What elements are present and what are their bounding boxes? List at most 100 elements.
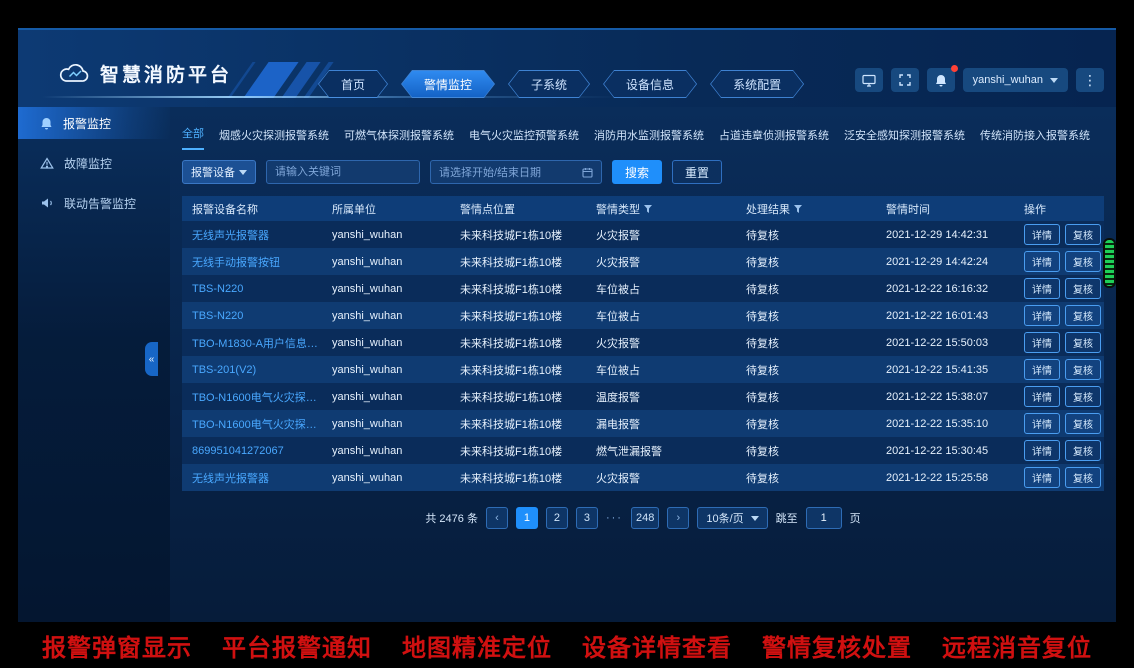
footer-feature-label: 地图精准定位 [402, 628, 552, 663]
review-button[interactable]: 复核 [1065, 359, 1101, 380]
location-cell: 未来科技城F1栋10楼 [460, 389, 596, 405]
result-cell: 待复核 [746, 362, 886, 378]
feature-footer: 报警弹窗显示 平台报警通知 地图精准定位 设备详情查看 警情复核处置 远程消音复… [0, 622, 1134, 668]
tab-gas-detect-system[interactable]: 可燃气体探测报警系统 [344, 127, 454, 150]
tab-pan-safety-system[interactable]: 泛安全感知探测报警系统 [844, 127, 965, 150]
review-button[interactable]: 复核 [1065, 278, 1101, 299]
review-button[interactable]: 复核 [1065, 332, 1101, 353]
device-name-link[interactable]: TBS-201(V2) [192, 364, 332, 376]
table-row: 无线声光报警器 yanshi_wuhan 未来科技城F1栋10楼 火灾报警 待复… [182, 221, 1104, 248]
search-button[interactable]: 搜索 [612, 160, 662, 184]
device-name-link[interactable]: 无线手动报警按钮 [192, 254, 332, 270]
filter-funnel-icon[interactable] [644, 205, 652, 213]
device-name-link[interactable]: TBO-M1830-A用户信息传输系统(外部件) [192, 335, 332, 351]
monitor-button[interactable] [855, 68, 883, 92]
device-name-link[interactable]: TBO-N1600电气火灾探测器-1 [192, 416, 332, 432]
table-row: 869951041272067 yanshi_wuhan 未来科技城F1栋10楼… [182, 437, 1104, 464]
keyword-input[interactable] [266, 160, 420, 184]
review-button[interactable]: 复核 [1065, 467, 1101, 488]
page-button-last[interactable]: 248 [631, 507, 659, 529]
main-content: 全部 烟感火灾探测报警系统 可燃气体探测报警系统 电气火灾监控预警系统 消防用水… [170, 107, 1116, 622]
detail-button[interactable]: 详情 [1024, 278, 1060, 299]
review-button[interactable]: 复核 [1065, 386, 1101, 407]
nav-tab-system-config[interactable]: 系统配置 [710, 70, 804, 98]
detail-button[interactable]: 详情 [1024, 413, 1060, 434]
next-page-button[interactable]: › [667, 507, 689, 529]
date-range-picker[interactable]: 请选择开始/结束日期 [430, 160, 602, 184]
device-name-link[interactable]: TBO-N1600电气火灾探测器-1 [192, 389, 332, 405]
notification-badge [951, 65, 958, 72]
alarm-type-cell: 火灾报警 [596, 227, 746, 243]
filter-funnel-icon[interactable] [794, 205, 802, 213]
total-count: 共 2476 条 [425, 510, 478, 526]
location-cell: 未来科技城F1栋10楼 [460, 416, 596, 432]
more-menu-button[interactable]: ⋮ [1076, 68, 1104, 92]
review-button[interactable]: 复核 [1065, 224, 1101, 245]
fullscreen-button[interactable] [891, 68, 919, 92]
device-name-link[interactable]: 无线声光报警器 [192, 227, 332, 243]
col-device-name: 报警设备名称 [192, 201, 332, 217]
tab-fire-water-system[interactable]: 消防用水监测报警系统 [594, 127, 704, 150]
detail-button[interactable]: 详情 [1024, 386, 1060, 407]
detail-button[interactable]: 详情 [1024, 251, 1060, 272]
detail-button[interactable]: 详情 [1024, 467, 1060, 488]
app-header: 智慧消防平台 首页 警情监控 子系统 设备信息 系统配置 [18, 30, 1116, 107]
sidebar-item-fault-monitor[interactable]: 故障监控 [18, 147, 170, 179]
category-select[interactable]: 报警设备 [182, 160, 256, 184]
nav-tab-alarm-monitor[interactable]: 警情监控 [401, 70, 495, 98]
nav-tab-device-info[interactable]: 设备信息 [603, 70, 697, 98]
review-button[interactable]: 复核 [1065, 305, 1101, 326]
time-cell: 2021-12-22 16:16:32 [886, 283, 1024, 295]
tab-traditional-fire-system[interactable]: 传统消防接入报警系统 [980, 127, 1090, 150]
device-name-link[interactable]: TBS-N220 [192, 283, 332, 295]
device-name-link[interactable]: TBS-N220 [192, 310, 332, 322]
app-body: 报警监控 故障监控 [18, 107, 1116, 622]
detail-button[interactable]: 详情 [1024, 359, 1060, 380]
device-name-link[interactable]: 无线声光报警器 [192, 470, 332, 486]
review-button[interactable]: 复核 [1065, 413, 1101, 434]
reset-button[interactable]: 重置 [672, 160, 722, 184]
notification-button[interactable] [927, 68, 955, 92]
device-name-link[interactable]: 869951041272067 [192, 445, 332, 457]
horn-icon [40, 197, 54, 209]
footer-feature-label: 远程消音复位 [942, 628, 1092, 663]
jump-suffix: 页 [850, 510, 861, 526]
detail-button[interactable]: 详情 [1024, 224, 1060, 245]
unit-cell: yanshi_wuhan [332, 256, 460, 268]
page-button-3[interactable]: 3 [576, 507, 598, 529]
actions-cell: 详情 复核 [1024, 359, 1104, 380]
tab-road-occupy-system[interactable]: 占道违章侦测报警系统 [719, 127, 829, 150]
table-row: TBS-201(V2) yanshi_wuhan 未来科技城F1栋10楼 车位被… [182, 356, 1104, 383]
chevron-down-icon [751, 516, 759, 521]
alarm-type-cell: 火灾报警 [596, 335, 746, 351]
tab-all[interactable]: 全部 [182, 125, 204, 150]
time-cell: 2021-12-22 15:35:10 [886, 418, 1024, 430]
detail-button[interactable]: 详情 [1024, 305, 1060, 326]
calendar-icon [582, 167, 593, 178]
nav-tab-home[interactable]: 首页 [318, 70, 388, 98]
result-cell: 待复核 [746, 308, 886, 324]
alarm-type-cell: 车位被占 [596, 362, 746, 378]
nav-tab-subsystem[interactable]: 子系统 [508, 70, 590, 98]
review-button[interactable]: 复核 [1065, 440, 1101, 461]
prev-page-button[interactable]: ‹ [486, 507, 508, 529]
review-button[interactable]: 复核 [1065, 251, 1101, 272]
unit-cell: yanshi_wuhan [332, 445, 460, 457]
tab-smoke-fire-system[interactable]: 烟感火灾探测报警系统 [219, 127, 329, 150]
result-cell: 待复核 [746, 281, 886, 297]
page-button-2[interactable]: 2 [546, 507, 568, 529]
user-menu[interactable]: yanshi_wuhan [963, 68, 1068, 92]
detail-button[interactable]: 详情 [1024, 332, 1060, 353]
page-size-select[interactable]: 10条/页 [697, 507, 767, 529]
scrollbar-thumb[interactable] [1105, 240, 1114, 286]
alarm-type-cell: 温度报警 [596, 389, 746, 405]
page-button-1[interactable]: 1 [516, 507, 538, 529]
jump-page-input[interactable] [806, 507, 842, 529]
sidebar-item-alarm-monitor[interactable]: 报警监控 [18, 107, 170, 139]
sidebar-item-linkage-alarm-monitor[interactable]: 联动告警监控 [18, 187, 170, 219]
actions-cell: 详情 复核 [1024, 467, 1104, 488]
alarm-type-cell: 车位被占 [596, 308, 746, 324]
sidebar-collapse-handle[interactable]: « [145, 342, 158, 376]
tab-electric-fire-system[interactable]: 电气火灾监控预警系统 [469, 127, 579, 150]
detail-button[interactable]: 详情 [1024, 440, 1060, 461]
